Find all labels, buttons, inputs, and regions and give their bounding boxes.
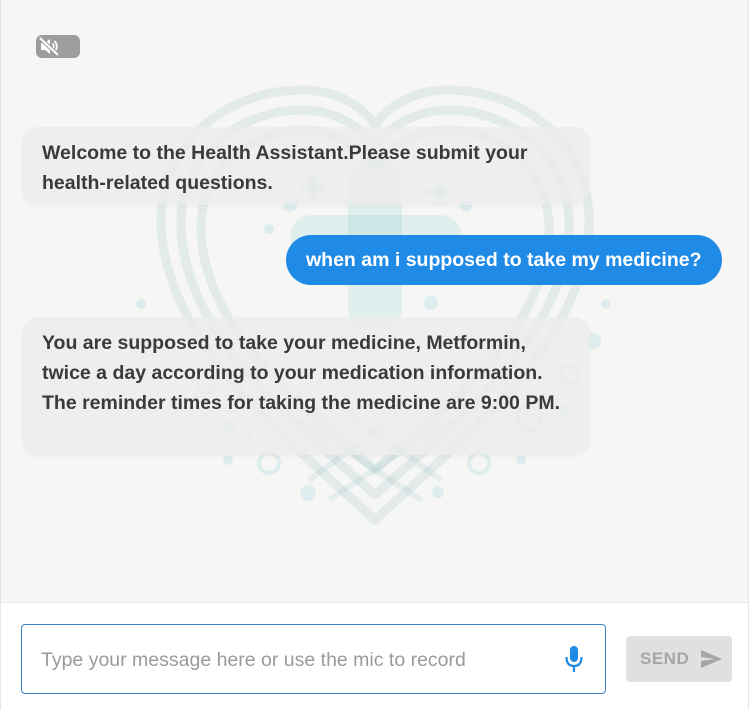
send-label: SEND <box>640 649 690 668</box>
message-input[interactable] <box>39 625 543 695</box>
microphone-icon[interactable] <box>563 645 585 673</box>
send-button[interactable]: SEND <box>626 636 732 682</box>
composer: SEND <box>1 602 748 710</box>
send-arrow-icon <box>701 650 722 668</box>
health-assistant-app: Welcome to the Health Assistant.Please s… <box>0 0 749 710</box>
bot-message: Welcome to the Health Assistant.Please s… <box>22 127 590 205</box>
chat-messages[interactable]: Welcome to the Health Assistant.Please s… <box>1 0 748 602</box>
message-input-box[interactable] <box>21 624 606 695</box>
bot-message: You are supposed to take your medicine, … <box>22 317 590 455</box>
user-message: when am i supposed to take my medicine? <box>286 235 722 285</box>
